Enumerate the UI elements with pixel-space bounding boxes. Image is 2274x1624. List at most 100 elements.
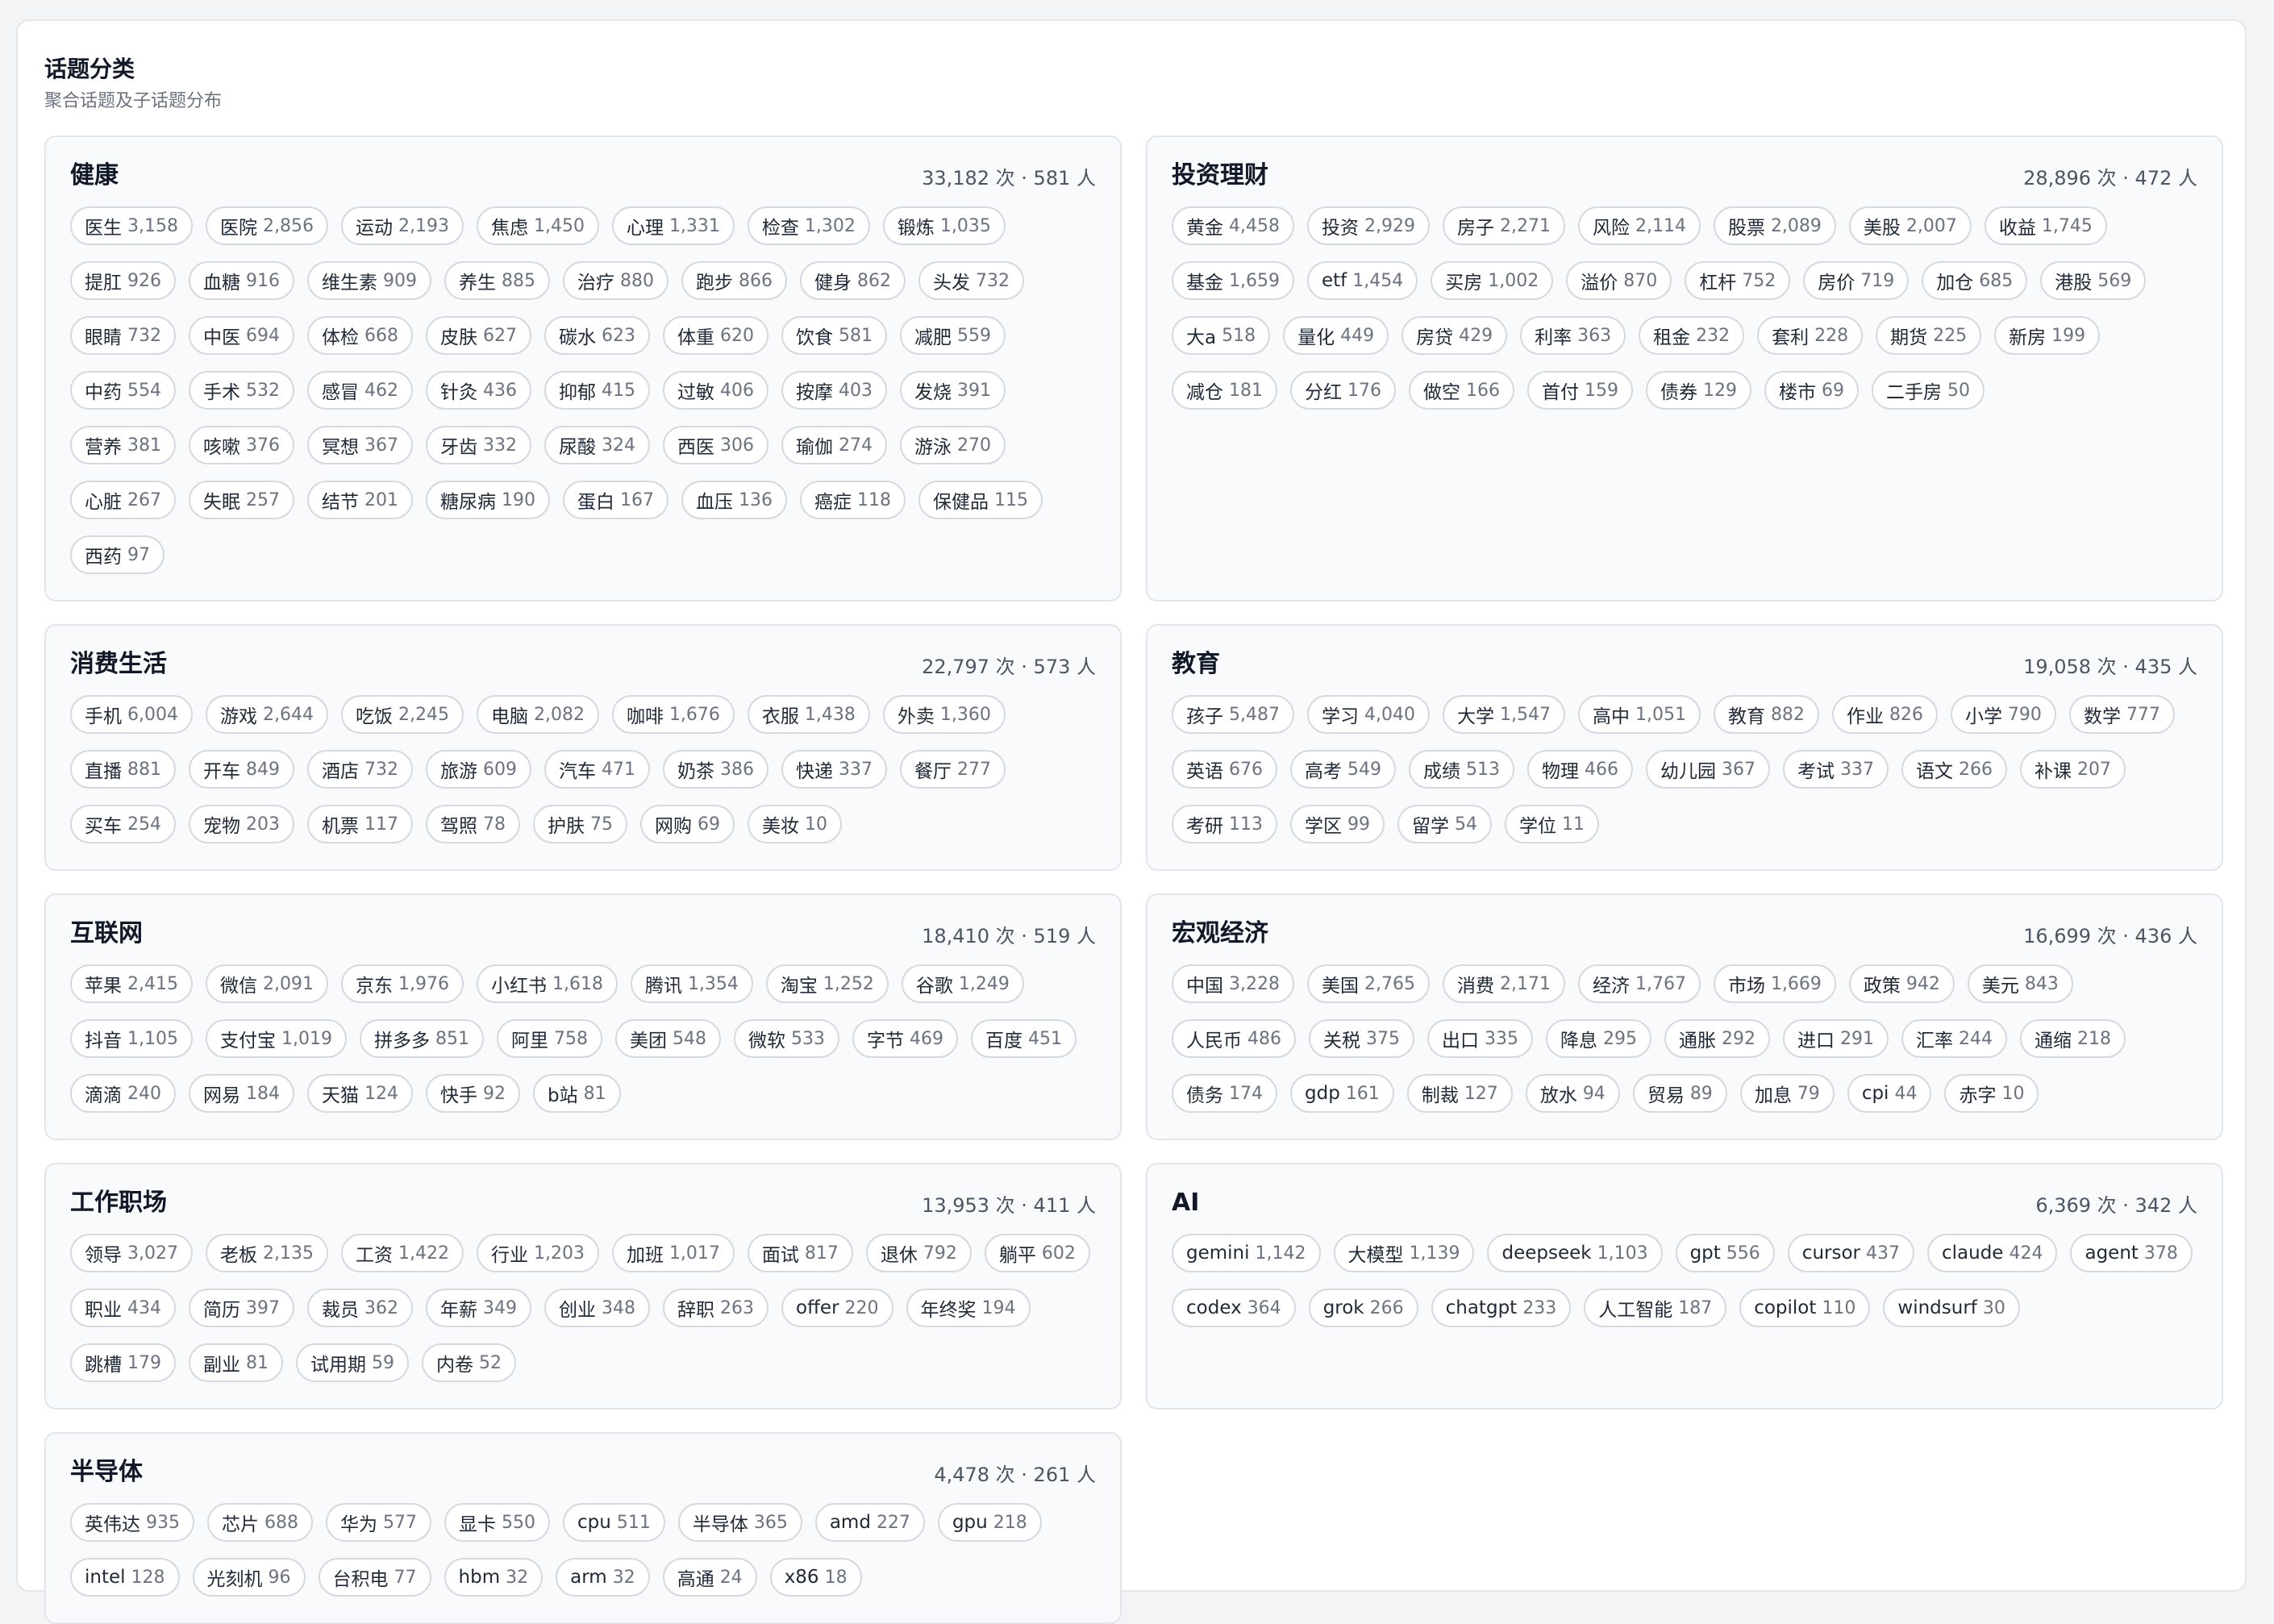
subtopic-chip[interactable]: 快递 337 [781,750,887,789]
subtopic-chip[interactable]: 滴滴 240 [70,1074,176,1113]
subtopic-chip[interactable]: 台积电 77 [318,1558,431,1597]
subtopic-chip[interactable]: codex 364 [1172,1289,1296,1327]
subtopic-chip[interactable]: 华为 577 [326,1503,431,1542]
subtopic-chip[interactable]: 拼多多 851 [359,1019,484,1058]
subtopic-chip[interactable]: 开车 849 [189,750,294,789]
subtopic-chip[interactable]: 汽车 471 [544,750,650,789]
subtopic-chip[interactable]: 期货 225 [1876,316,1982,355]
subtopic-chip[interactable]: 治疗 880 [563,261,668,300]
subtopic-chip[interactable]: 奶茶 386 [663,750,768,789]
subtopic-chip[interactable]: grok 266 [1308,1289,1418,1327]
subtopic-chip[interactable]: 杠杆 752 [1685,261,1791,300]
subtopic-chip[interactable]: 按摩 403 [781,371,887,410]
subtopic-chip[interactable]: 副业 81 [189,1343,283,1382]
subtopic-chip[interactable]: 租金 232 [1639,316,1745,355]
subtopic-chip[interactable]: 二手房 50 [1872,371,1985,410]
subtopic-chip[interactable]: 内卷 52 [422,1343,516,1382]
subtopic-chip[interactable]: 宠物 203 [189,805,294,843]
subtopic-chip[interactable]: 黄金 4,458 [1172,206,1294,245]
subtopic-chip[interactable]: 试用期 59 [296,1343,409,1382]
subtopic-chip[interactable]: 小红书 1,618 [476,964,618,1003]
subtopic-chip[interactable]: 显卡 550 [444,1503,550,1542]
subtopic-chip[interactable]: hbm 32 [444,1558,544,1597]
subtopic-chip[interactable]: 过敏 406 [663,371,768,410]
subtopic-chip[interactable]: 行业 1,203 [476,1234,599,1272]
subtopic-chip[interactable]: 游泳 270 [900,426,1006,464]
subtopic-chip[interactable]: 碳水 623 [544,316,650,355]
subtopic-chip[interactable]: 失眠 257 [189,481,294,519]
subtopic-chip[interactable]: 收益 1,745 [1984,206,2107,245]
subtopic-chip[interactable]: 护肤 75 [533,805,627,843]
subtopic-chip[interactable]: 发烧 391 [900,371,1006,410]
subtopic-chip[interactable]: 美国 2,765 [1306,964,1430,1003]
subtopic-chip[interactable]: 针灸 436 [426,371,531,410]
subtopic-chip[interactable]: 瑜伽 274 [781,426,887,464]
subtopic-chip[interactable]: 网易 184 [189,1074,294,1113]
subtopic-chip[interactable]: 半导体 365 [677,1503,802,1542]
subtopic-chip[interactable]: 简历 397 [189,1289,294,1327]
subtopic-chip[interactable]: 英伟达 935 [70,1503,194,1542]
subtopic-chip[interactable]: 债务 174 [1172,1074,1277,1113]
subtopic-chip[interactable]: 头发 732 [918,261,1024,300]
subtopic-chip[interactable]: 创业 348 [544,1289,650,1327]
subtopic-chip[interactable]: 买房 1,002 [1431,261,1554,300]
subtopic-chip[interactable]: 苹果 2,415 [70,964,193,1003]
subtopic-chip[interactable]: 维生素 909 [307,261,431,300]
subtopic-chip[interactable]: 结节 201 [307,481,413,519]
subtopic-chip[interactable]: 手机 6,004 [70,695,193,734]
subtopic-chip[interactable]: 美团 548 [614,1019,721,1058]
subtopic-chip[interactable]: 检查 1,302 [747,206,870,245]
subtopic-chip[interactable]: 套利 228 [1757,316,1864,355]
subtopic-chip[interactable]: 保健品 115 [918,481,1043,519]
subtopic-chip[interactable]: 大a 518 [1172,316,1271,355]
subtopic-chip[interactable]: 利率 363 [1520,316,1626,355]
subtopic-chip[interactable]: 工资 1,422 [340,1234,464,1272]
subtopic-chip[interactable]: 债券 129 [1646,371,1751,410]
subtopic-chip[interactable]: arm 32 [556,1558,650,1597]
subtopic-chip[interactable]: 微软 533 [733,1019,839,1058]
subtopic-chip[interactable]: 小学 790 [1950,695,2056,734]
subtopic-chip[interactable]: 基金 1,659 [1172,261,1294,300]
subtopic-chip[interactable]: 血压 136 [681,481,787,519]
subtopic-chip[interactable]: 养生 885 [444,261,550,300]
subtopic-chip[interactable]: 美股 2,007 [1848,206,1972,245]
subtopic-chip[interactable]: cursor 437 [1787,1234,1914,1272]
subtopic-chip[interactable]: 大学 1,547 [1442,695,1565,734]
subtopic-chip[interactable]: amd 227 [814,1503,925,1542]
subtopic-chip[interactable]: 关税 375 [1309,1019,1414,1058]
subtopic-chip[interactable]: etf 1,454 [1306,261,1418,300]
subtopic-chip[interactable]: 心脏 267 [70,481,176,519]
subtopic-chip[interactable]: gdp 161 [1290,1074,1394,1113]
subtopic-chip[interactable]: 直播 881 [70,750,176,789]
subtopic-chip[interactable]: deepseek 1,103 [1487,1234,1663,1272]
subtopic-chip[interactable]: 跳槽 179 [70,1343,176,1382]
subtopic-chip[interactable]: 学习 4,040 [1306,695,1430,734]
subtopic-chip[interactable]: 退休 792 [865,1234,972,1272]
subtopic-chip[interactable]: gpu 218 [937,1503,1042,1542]
subtopic-chip[interactable]: 人工智能 187 [1584,1289,1727,1327]
subtopic-chip[interactable]: 牙齿 332 [426,426,531,464]
subtopic-chip[interactable]: 职业 434 [70,1289,176,1327]
subtopic-chip[interactable]: 降息 295 [1546,1019,1651,1058]
subtopic-chip[interactable]: 辞职 263 [663,1289,768,1327]
subtopic-chip[interactable]: 成绩 513 [1409,750,1514,789]
subtopic-chip[interactable]: 楼市 69 [1764,371,1859,410]
subtopic-chip[interactable]: 京东 1,976 [340,964,464,1003]
subtopic-chip[interactable]: claude 424 [1927,1234,2058,1272]
subtopic-chip[interactable]: 餐厅 277 [900,750,1006,789]
subtopic-chip[interactable]: 天猫 124 [307,1074,413,1113]
subtopic-chip[interactable]: 溢价 870 [1566,261,1672,300]
subtopic-chip[interactable]: 投资 2,929 [1306,206,1430,245]
subtopic-chip[interactable]: 买车 254 [70,805,176,843]
subtopic-chip[interactable]: offer 220 [781,1289,893,1327]
subtopic-chip[interactable]: 咖啡 1,676 [611,695,735,734]
subtopic-chip[interactable]: 减仓 181 [1172,371,1277,410]
subtopic-chip[interactable]: 年薪 349 [426,1289,531,1327]
subtopic-chip[interactable]: 房价 719 [1803,261,1910,300]
subtopic-chip[interactable]: 幼儿园 367 [1646,750,1770,789]
subtopic-chip[interactable]: 蛋白 167 [563,481,668,519]
subtopic-chip[interactable]: 消费 2,171 [1442,964,1565,1003]
subtopic-chip[interactable]: 股票 2,089 [1713,206,1836,245]
subtopic-chip[interactable]: 大模型 1,139 [1333,1234,1475,1272]
subtopic-chip[interactable]: 机票 117 [307,805,413,843]
